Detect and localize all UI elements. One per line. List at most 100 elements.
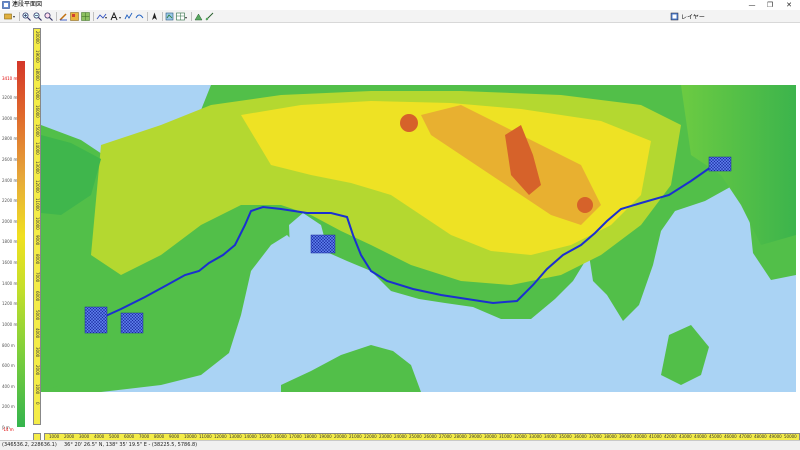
ruler-tick: 3000 bbox=[35, 346, 40, 357]
edit-line-icon[interactable] bbox=[59, 12, 68, 21]
peak-west bbox=[400, 114, 418, 132]
ruler-tick: 38000 bbox=[604, 434, 617, 439]
ruler-tick: 41000 bbox=[649, 434, 662, 439]
route-marker[interactable] bbox=[708, 156, 732, 172]
title-bar: 連段平面図 — ❐ ✕ bbox=[0, 0, 800, 10]
legend-label: 2400 m bbox=[2, 177, 18, 183]
route-icon[interactable] bbox=[96, 12, 108, 21]
latlon-readout: 36° 20' 26.5" N, 138° 35' 19.5" E - (382… bbox=[64, 442, 198, 448]
ruler-tick: 39000 bbox=[619, 434, 632, 439]
ruler-tick: 3000 bbox=[79, 434, 90, 439]
ruler-tick: 35000 bbox=[559, 434, 572, 439]
vertical-ruler: 20000 19000 18000 17000 16000 15000 14000 13000… bbox=[33, 28, 41, 425]
ruler-tick: 6000 bbox=[35, 291, 40, 302]
ruler-tick: 26000 bbox=[424, 434, 437, 439]
ruler-tick: 30000 bbox=[484, 434, 497, 439]
elevation-map[interactable] bbox=[41, 85, 796, 392]
legend-label: 2200 m bbox=[2, 198, 18, 204]
status-bar: (346536.2, 228636.1) 36° 20' 26.5" N, 13… bbox=[0, 440, 800, 450]
close-button[interactable]: ✕ bbox=[781, 0, 797, 10]
ruler-tick: 12000 bbox=[35, 179, 40, 193]
ruler-tick: 24000 bbox=[394, 434, 407, 439]
north-icon[interactable] bbox=[150, 12, 159, 21]
ruler-tick: 15000 bbox=[35, 123, 40, 137]
ruler-tick: 43000 bbox=[679, 434, 692, 439]
legend-label: 1800 m bbox=[2, 239, 18, 245]
legend-label: 1600 m bbox=[2, 260, 18, 265]
ruler-tick: 2000 bbox=[64, 434, 75, 439]
ruler-tick: 17000 bbox=[289, 434, 302, 439]
ruler-tick: 46000 bbox=[724, 434, 737, 439]
ruler-tick: 17000 bbox=[35, 86, 40, 100]
layer-button[interactable]: レイヤー bbox=[670, 12, 705, 21]
legend-label: 600 m bbox=[2, 363, 15, 369]
ruler-tick: 18000 bbox=[35, 68, 40, 81]
pan-icon[interactable] bbox=[165, 12, 174, 21]
ruler-tick: 49000 bbox=[769, 434, 782, 439]
legend-label: 2600 m bbox=[2, 156, 18, 162]
legend-max-label: 3410 m bbox=[2, 76, 18, 81]
curve-icon[interactable] bbox=[135, 12, 144, 21]
route-marker[interactable] bbox=[310, 234, 336, 254]
legend-label: 3200 m bbox=[2, 95, 18, 100]
ruler-tick: 50000 bbox=[784, 434, 797, 439]
ruler-tick: 8000 bbox=[154, 434, 165, 439]
ruler-tick: 42000 bbox=[664, 434, 677, 439]
ruler-tick: 37000 bbox=[589, 434, 602, 439]
ruler-tick: 6000 bbox=[124, 434, 135, 439]
route-marker[interactable] bbox=[84, 306, 108, 334]
ruler-tick: 19000 bbox=[319, 434, 332, 439]
ruler-tick: 8000 bbox=[35, 253, 40, 265]
maximize-button[interactable]: ❐ bbox=[762, 0, 778, 10]
legend-label: 1200 m bbox=[2, 301, 18, 307]
zoom-in-icon[interactable] bbox=[22, 12, 31, 21]
legend-label: 200 m bbox=[2, 404, 15, 410]
legend-label: 1000 m bbox=[2, 321, 18, 327]
ruler-tick: 20000 bbox=[334, 434, 347, 439]
grid-alt-icon[interactable] bbox=[81, 12, 90, 21]
route-marker[interactable] bbox=[120, 312, 144, 334]
ruler-tick: 21000 bbox=[349, 434, 362, 439]
ruler-tick: 11000 bbox=[199, 434, 212, 439]
ruler-tick: 12000 bbox=[214, 434, 227, 439]
ruler-tick: 10000 bbox=[35, 216, 40, 230]
ruler-tick: 34000 bbox=[544, 434, 557, 439]
ruler-tick: 5000 bbox=[109, 434, 120, 439]
ruler-tick: 14000 bbox=[244, 434, 257, 439]
export-icon[interactable] bbox=[194, 12, 203, 21]
ruler-tick: 0 bbox=[35, 402, 40, 405]
ruler-tick: 40000 bbox=[634, 434, 647, 439]
ruler-tick: 47000 bbox=[739, 434, 752, 439]
layers-icon bbox=[670, 12, 679, 21]
ruler-tick: 2000 bbox=[35, 365, 40, 376]
ruler-tick: 23000 bbox=[379, 434, 392, 439]
ruler-tick: 44000 bbox=[694, 434, 707, 439]
peak-east bbox=[577, 197, 593, 213]
ruler-tick: 14000 bbox=[35, 142, 40, 156]
legend-label: 1400 m bbox=[2, 280, 18, 286]
ruler-tick: 7000 bbox=[35, 272, 40, 283]
ruler-tick: 4000 bbox=[94, 434, 105, 439]
zoom-out-icon[interactable] bbox=[33, 12, 42, 21]
ruler-tick: 15000 bbox=[259, 434, 272, 439]
polyline-icon[interactable] bbox=[124, 12, 133, 21]
table-icon[interactable] bbox=[176, 12, 188, 21]
legend-label: 2000 m bbox=[2, 218, 18, 224]
map-view[interactable]: 3410 m 3200 m 3000 m 2800 m 2600 m 2400 m 2200… bbox=[0, 23, 800, 441]
grid-icon[interactable] bbox=[70, 12, 79, 21]
minimize-button[interactable]: — bbox=[744, 0, 760, 10]
ruler-tick: 9000 bbox=[35, 235, 40, 246]
scale-icon[interactable] bbox=[205, 12, 214, 21]
ruler-tick: 27000 bbox=[439, 434, 452, 439]
ruler-tick: 10000 bbox=[184, 434, 197, 439]
zoom-fit-icon[interactable] bbox=[44, 12, 53, 21]
ruler-tick: 1000 bbox=[35, 383, 40, 395]
layers-icon[interactable] bbox=[4, 12, 16, 21]
text-icon[interactable] bbox=[110, 12, 122, 21]
ruler-tick: 25000 bbox=[409, 434, 422, 439]
toolbar: レイヤー bbox=[0, 10, 800, 23]
ruler-tick: 29000 bbox=[469, 434, 482, 439]
cursor-coordinates: (346536.2, 228636.1) bbox=[2, 442, 57, 448]
app-icon bbox=[2, 1, 10, 9]
ruler-tick: 33000 bbox=[529, 434, 542, 439]
